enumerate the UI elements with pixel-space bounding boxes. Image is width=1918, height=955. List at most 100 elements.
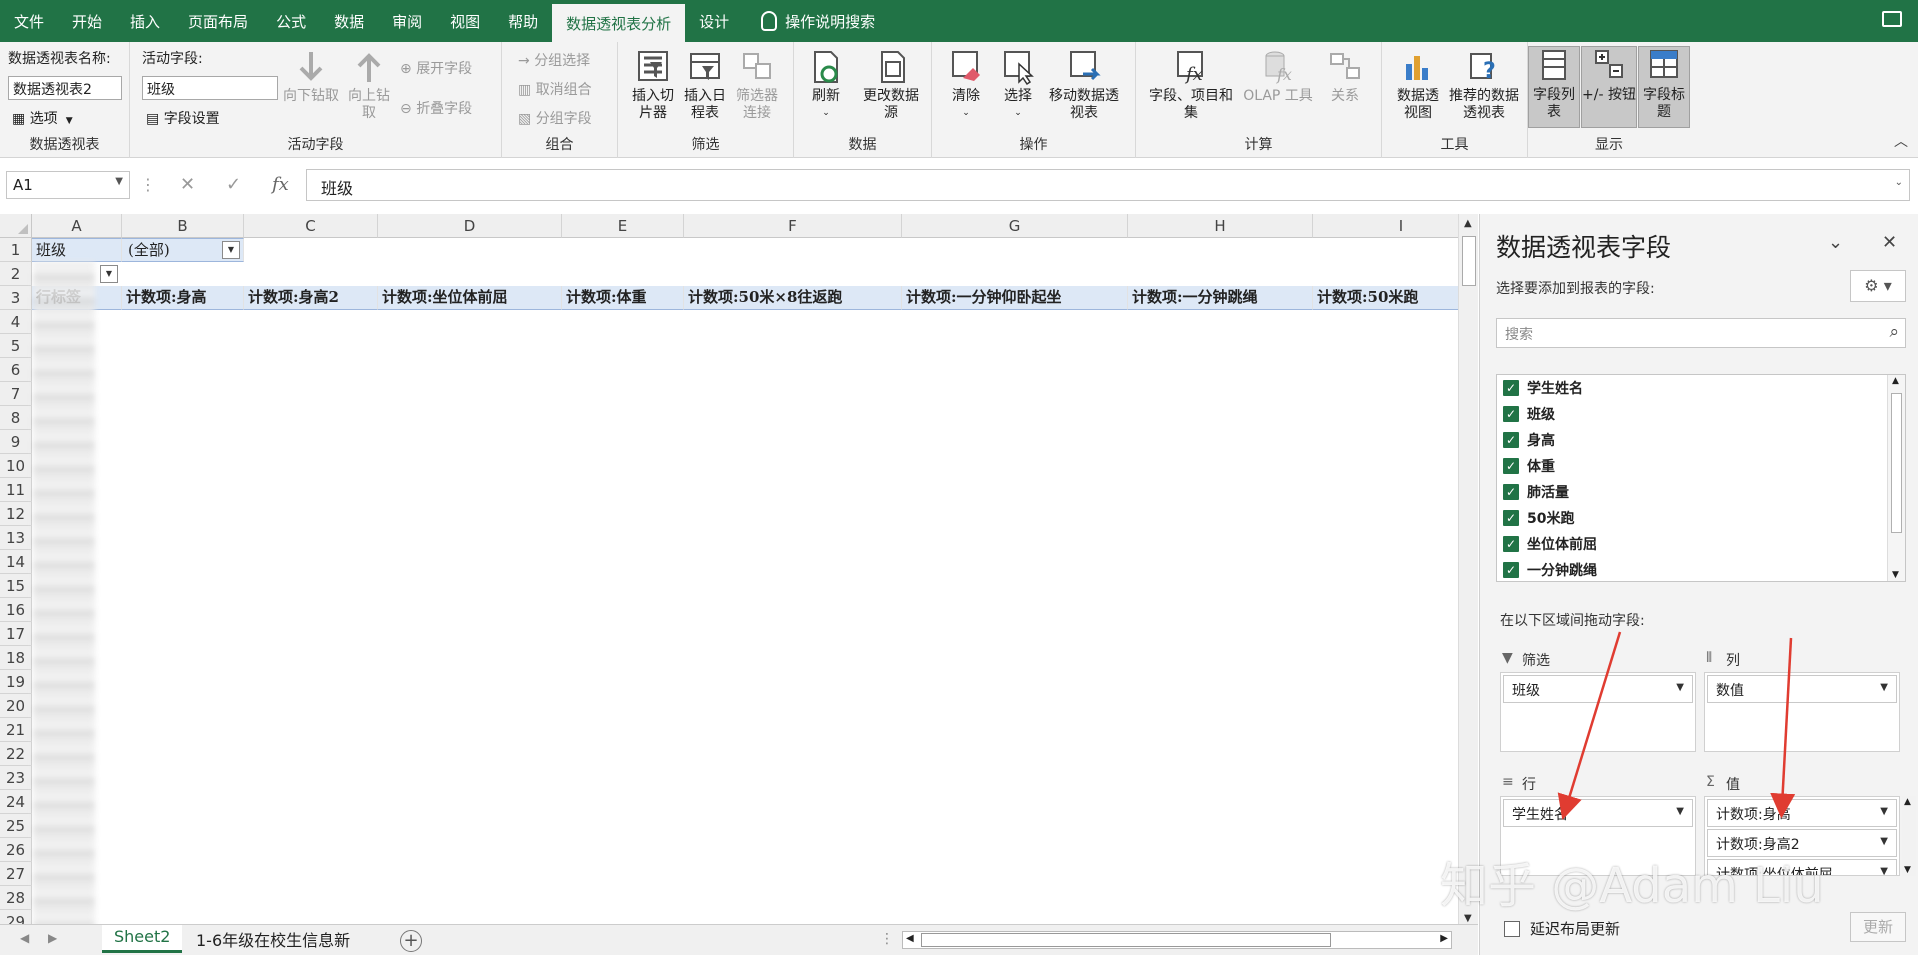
field-item[interactable]: ✓ 班级: [1503, 403, 1555, 425]
plus-minus-buttons-toggle[interactable]: +/- 按钮: [1581, 46, 1637, 128]
row-header-26[interactable]: 26: [0, 838, 32, 862]
column-header-c[interactable]: C: [244, 214, 378, 238]
row-header-16[interactable]: 16: [0, 598, 32, 622]
collapse-field-button[interactable]: ⊖ 折叠字段: [400, 98, 472, 118]
tab-view[interactable]: 视图: [436, 0, 494, 42]
column-header-g[interactable]: G: [902, 214, 1128, 238]
filter-area-box[interactable]: 班级 ▼: [1500, 672, 1696, 752]
add-sheet-icon[interactable]: +: [400, 930, 422, 952]
row-header-2[interactable]: 2: [0, 262, 32, 286]
tab-home[interactable]: 开始: [58, 0, 116, 42]
chevron-down-icon[interactable]: ▼: [1880, 806, 1888, 817]
checkbox-checked-icon[interactable]: ✓: [1503, 458, 1519, 474]
expand-field-button[interactable]: ⊕ 展开字段: [400, 58, 472, 78]
refresh-button[interactable]: 刷新 ⌄: [806, 48, 846, 122]
filter-dropdown-icon[interactable]: ▼: [222, 241, 240, 259]
row-header-12[interactable]: 12: [0, 502, 32, 526]
tab-data[interactable]: 数据: [320, 0, 378, 42]
filter-connections-button[interactable]: 筛选器连接: [732, 48, 782, 122]
row-header-25[interactable]: 25: [0, 814, 32, 838]
field-list-toggle[interactable]: 字段列表: [1528, 46, 1580, 128]
row-header-7[interactable]: 7: [0, 382, 32, 406]
hscroll-thumb[interactable]: [921, 933, 1331, 947]
row-header-1[interactable]: 1: [0, 238, 32, 262]
insert-slicer-button[interactable]: 插入切片器: [628, 48, 678, 122]
row-header-11[interactable]: 11: [0, 478, 32, 502]
pivot-header-cell[interactable]: 计数项:坐位体前屈: [378, 286, 562, 310]
field-item[interactable]: ✓ 一分钟跳绳: [1503, 559, 1597, 581]
field-settings-button[interactable]: ▤ 字段设置: [146, 108, 220, 128]
pivot-header-cell[interactable]: 计数项:50米跑: [1313, 286, 1458, 310]
row-header-8[interactable]: 8: [0, 406, 32, 430]
checkbox-checked-icon[interactable]: ✓: [1503, 510, 1519, 526]
expand-formula-icon[interactable]: ⌄: [1895, 177, 1903, 188]
row-header-4[interactable]: 4: [0, 310, 32, 334]
scroll-thumb[interactable]: [1462, 236, 1476, 286]
row-header-28[interactable]: 28: [0, 886, 32, 910]
options-button[interactable]: ▦ 选项 ▼: [12, 108, 73, 128]
row-header-13[interactable]: 13: [0, 526, 32, 550]
sheet-tab-sheet2[interactable]: Sheet2: [102, 925, 183, 953]
row-header-24[interactable]: 24: [0, 790, 32, 814]
pivot-header-cell[interactable]: 计数项:身高: [122, 286, 244, 310]
value-chip-height[interactable]: 计数项:身高 ▼: [1707, 799, 1897, 827]
drill-down-button[interactable]: 向下钻取: [280, 48, 342, 105]
column-header-i[interactable]: I: [1313, 214, 1458, 238]
pivot-chart-button[interactable]: 数据透视图: [1392, 48, 1444, 122]
defer-layout-update[interactable]: 延迟布局更新: [1504, 918, 1620, 939]
scroll-right-icon[interactable]: ▶: [1440, 933, 1448, 944]
scroll-left-icon[interactable]: ◀: [906, 933, 914, 944]
checkbox-checked-icon[interactable]: ✓: [1503, 562, 1519, 578]
ungroup-button[interactable]: ▥ 取消组合: [518, 79, 592, 99]
update-button[interactable]: 更新: [1850, 912, 1906, 942]
clear-button[interactable]: 清除 ⌄: [944, 48, 988, 122]
enter-check-icon[interactable]: ✓: [226, 174, 241, 195]
select-all-corner[interactable]: [0, 214, 32, 238]
field-item[interactable]: ✓ 身高: [1503, 429, 1555, 451]
close-icon[interactable]: ✕: [1882, 232, 1897, 253]
field-list-scrollbar[interactable]: ▲ ▼: [1887, 375, 1905, 581]
chevron-down-icon[interactable]: ▼: [1676, 682, 1684, 693]
chevron-down-icon[interactable]: ▼: [1880, 836, 1888, 847]
pivot-header-cell[interactable]: 计数项:体重: [562, 286, 684, 310]
vertical-scrollbar[interactable]: ▲ ▼: [1458, 214, 1478, 928]
olap-tools-button[interactable]: fx OLAP 工具: [1240, 48, 1316, 105]
tell-me-search[interactable]: 操作说明搜索: [761, 11, 875, 32]
worksheet-grid[interactable]: ABCDEFGHI 1 2 3 4 5 6 7 8 9 10 11 12 13 14 15 16 17 18 19 2…: [0, 214, 1458, 928]
tab-pivot-analyze[interactable]: 数据透视表分析: [552, 4, 686, 42]
row-header-20[interactable]: 20: [0, 694, 32, 718]
field-list-scroll-thumb[interactable]: [1891, 393, 1902, 533]
row-header-23[interactable]: 23: [0, 766, 32, 790]
row-header-21[interactable]: 21: [0, 718, 32, 742]
row-labels-dropdown-icon[interactable]: ▼: [100, 265, 118, 283]
values-area-scrollbar[interactable]: ▲ ▼: [1902, 796, 1916, 876]
chevron-down-icon[interactable]: ▼: [1880, 866, 1888, 875]
row-header-5[interactable]: 5: [0, 334, 32, 358]
checkbox-checked-icon[interactable]: ✓: [1503, 484, 1519, 500]
field-item[interactable]: ✓ 50米跑: [1503, 507, 1574, 529]
comments-icon[interactable]: [1882, 11, 1902, 27]
select-button[interactable]: 选择 ⌄: [996, 48, 1040, 122]
pivot-header-cell[interactable]: 计数项:身高2: [244, 286, 378, 310]
horizontal-scrollbar[interactable]: ◀ ▶: [902, 931, 1452, 949]
insert-timeline-button[interactable]: 插入日程表: [680, 48, 730, 122]
formula-input[interactable]: 班级 ⌄: [306, 169, 1910, 201]
row-header-27[interactable]: 27: [0, 862, 32, 886]
columns-area-box[interactable]: 数值 ▼: [1704, 672, 1900, 752]
row-header-9[interactable]: 9: [0, 430, 32, 454]
row-header-3[interactable]: 3: [0, 286, 32, 310]
row-header-18[interactable]: 18: [0, 646, 32, 670]
gear-icon[interactable]: ⚙ ▾: [1850, 270, 1906, 302]
row-chip-student-name[interactable]: 学生姓名 ▼: [1503, 799, 1693, 827]
row-header-22[interactable]: 22: [0, 742, 32, 766]
fields-items-sets-button[interactable]: fx 字段、项目和集: [1144, 48, 1238, 122]
field-item[interactable]: ✓ 肺活量: [1503, 481, 1569, 503]
pivot-header-cell[interactable]: 计数项:一分钟跳绳: [1128, 286, 1313, 310]
tab-design[interactable]: 设计: [685, 0, 743, 42]
column-header-b[interactable]: B: [122, 214, 244, 238]
column-header-a[interactable]: A: [32, 214, 122, 238]
pivot-header-cell[interactable]: 计数项:一分钟仰卧起坐: [902, 286, 1128, 310]
scroll-down-icon[interactable]: ▼: [1904, 865, 1911, 875]
field-search-input[interactable]: 搜索 ⌕: [1496, 318, 1906, 348]
column-chip-values[interactable]: 数值 ▼: [1707, 675, 1897, 703]
